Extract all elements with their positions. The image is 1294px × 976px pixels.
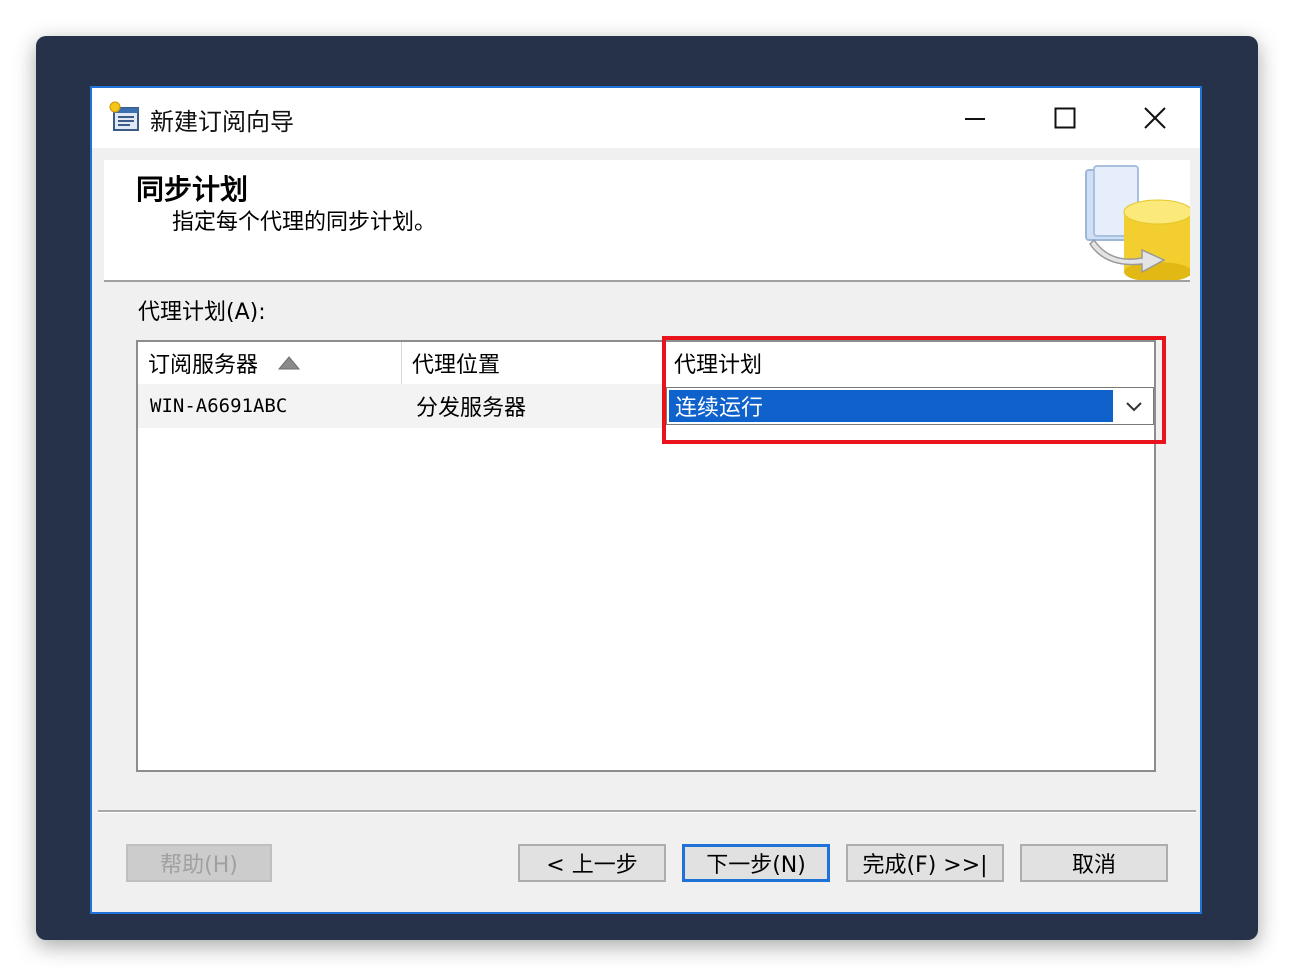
column-header-label: 订阅服务器 xyxy=(148,353,259,378)
window-title: 新建订阅向导 xyxy=(150,108,294,136)
sort-ascending-icon xyxy=(277,351,301,376)
next-button[interactable]: 下一步(N) xyxy=(682,844,830,882)
maximize-icon xyxy=(1054,107,1076,129)
database-wizard-art xyxy=(1080,160,1193,282)
footer-separator xyxy=(98,810,1196,813)
grid-header: 订阅服务器 代理位置 代理计划 xyxy=(138,342,1154,384)
finish-button[interactable]: 完成(F) >>| xyxy=(846,844,1004,882)
agent-schedule-label: 代理计划(A): xyxy=(138,300,266,325)
location-cell: 分发服务器 xyxy=(402,384,664,428)
schedule-dropdown-value: 连续运行 xyxy=(669,390,1113,422)
schedule-dropdown[interactable]: 连续运行 xyxy=(666,387,1154,425)
column-header-label: 代理位置 xyxy=(412,353,501,378)
chevron-down-icon[interactable] xyxy=(1115,388,1153,424)
column-header-schedule[interactable]: 代理计划 xyxy=(664,342,1156,384)
wizard-header: 同步计划 指定每个代理的同步计划。 xyxy=(104,160,1193,282)
maximize-button[interactable] xyxy=(1020,88,1110,148)
minimize-icon xyxy=(965,118,985,120)
column-header-location[interactable]: 代理位置 xyxy=(402,342,664,384)
subscriber-cell: WIN-A6691ABC xyxy=(138,384,402,428)
page-description: 指定每个代理的同步计划。 xyxy=(172,210,437,235)
cancel-button[interactable]: 取消 xyxy=(1020,844,1168,882)
help-button[interactable]: 帮助(H) xyxy=(126,844,272,882)
column-header-label: 代理计划 xyxy=(674,353,763,378)
back-button[interactable]: < 上一步 xyxy=(518,844,666,882)
minimize-button[interactable] xyxy=(930,88,1020,148)
agent-schedule-grid: 订阅服务器 代理位置 代理计划 WIN-A6691ABC 分发服务器 连续运行 xyxy=(136,340,1156,772)
table-row[interactable]: WIN-A6691ABC 分发服务器 连续运行 xyxy=(138,384,1154,428)
close-icon xyxy=(1144,107,1166,129)
column-header-subscriber[interactable]: 订阅服务器 xyxy=(138,342,402,384)
close-button[interactable] xyxy=(1110,88,1200,148)
title-bar[interactable]: 新建订阅向导 xyxy=(92,88,1200,148)
wizard-dialog: 新建订阅向导 同步计划 指定每个代理的同步计划。 代理计划(A): 订阅服务器 … xyxy=(90,86,1202,914)
page-title: 同步计划 xyxy=(136,173,249,206)
wizard-app-icon xyxy=(108,100,142,134)
